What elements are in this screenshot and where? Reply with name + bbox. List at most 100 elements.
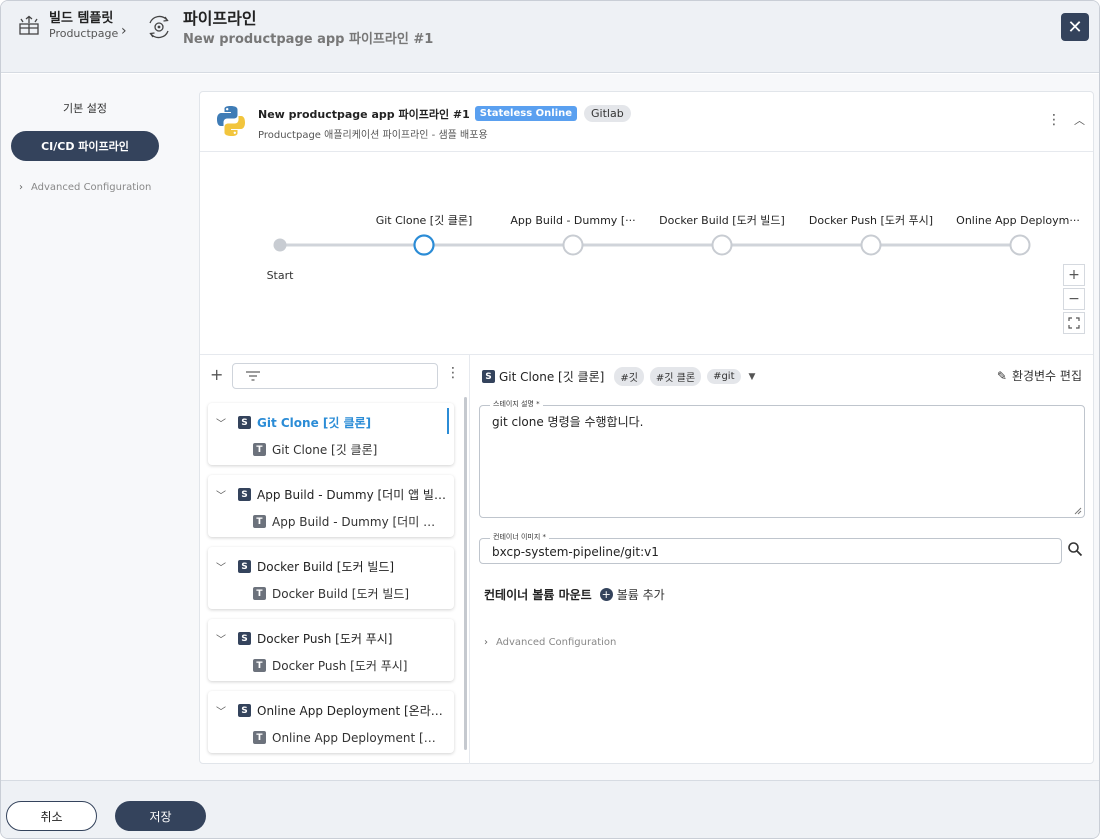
volume-mount-row: 컨테이너 볼륨 마운트 + 볼륨 추가 bbox=[484, 586, 665, 603]
zoom-in-button[interactable]: + bbox=[1063, 264, 1085, 286]
python-logo-icon bbox=[217, 106, 245, 136]
pipeline-description: Productpage 애플리케이션 파이프라인 - 샘플 배포용 bbox=[258, 130, 488, 141]
node-label: Docker Build [도커 빌드] bbox=[659, 214, 785, 227]
node-label: Git Clone [깃 클론] bbox=[376, 214, 473, 227]
left-nav: 기본 설정 CI/CD 파이프라인 › Advanced Configurati… bbox=[1, 74, 181, 780]
search-icon[interactable] bbox=[1067, 541, 1083, 557]
chevron-down-icon[interactable]: ﹀ bbox=[216, 559, 226, 574]
add-volume-label: 볼륨 추가 bbox=[616, 588, 665, 602]
stage-advanced-label: Advanced Configuration bbox=[496, 637, 617, 648]
container-image-value: bxcp-system-pipeline/git:v1 bbox=[492, 545, 659, 559]
template-box-icon bbox=[19, 15, 39, 35]
pipeline-gear-icon bbox=[149, 15, 169, 39]
breadcrumb-pipeline: 파이프라인 New productpage app 파이프라인 #1 bbox=[145, 9, 433, 49]
chevron-down-icon[interactable]: ﹀ bbox=[216, 487, 226, 502]
more-vertical-icon[interactable]: ⋮ bbox=[1047, 112, 1061, 128]
add-stage-button[interactable]: + bbox=[210, 365, 223, 384]
filter-icon bbox=[246, 371, 260, 381]
chevron-down-icon[interactable]: ﹀ bbox=[216, 631, 226, 646]
stage-s-icon: S bbox=[238, 488, 251, 501]
close-button[interactable]: ✕ bbox=[1061, 13, 1089, 41]
task-name[interactable]: Docker Push [도커 푸시] bbox=[272, 657, 446, 674]
nav-basic-settings[interactable]: 기본 설정 bbox=[1, 100, 169, 116]
stage-detail-header: S Git Clone [깃 클론] #깃 #깃 클론 #git ▼ bbox=[482, 367, 755, 386]
pencil-icon: ✎ bbox=[996, 368, 1007, 383]
stage-advanced-configuration[interactable]: › Advanced Configuration bbox=[484, 637, 616, 648]
page-title: 파이프라인 bbox=[183, 9, 257, 28]
fit-screen-button[interactable] bbox=[1063, 312, 1085, 334]
cancel-button[interactable]: 취소 bbox=[6, 801, 97, 831]
more-vertical-icon[interactable]: ⋮ bbox=[446, 365, 460, 381]
node-label: App Build - Dummy [··· bbox=[510, 214, 635, 227]
volume-mount-label: 컨테이너 볼륨 마운트 bbox=[484, 588, 592, 602]
container-image-label: 컨테이너 이미지 * bbox=[490, 532, 550, 542]
stage-item[interactable]: ﹀ S Docker Push [도커 푸시] T Docker Push [도… bbox=[208, 619, 454, 681]
node-docker-build[interactable] bbox=[711, 234, 733, 256]
stage-name: App Build - Dummy [더미 앱 빌드] bbox=[257, 488, 447, 502]
task-name[interactable]: Online App Deployment [온라인 앱 배포] bbox=[272, 729, 446, 746]
stage-name: Online App Deployment [온라인 앱 배포] bbox=[257, 704, 447, 718]
stage-list-scrollbar[interactable] bbox=[464, 397, 467, 750]
stage-name: Docker Build [도커 빌드] bbox=[257, 560, 395, 574]
nav-cicd-pipeline[interactable]: CI/CD 파이프라인 bbox=[11, 131, 159, 161]
stage-tag: #깃 bbox=[614, 367, 644, 386]
selected-indicator bbox=[447, 408, 449, 434]
stage-item[interactable]: ﹀ S Docker Build [도커 빌드] T Docker Build … bbox=[208, 547, 454, 609]
edit-env-vars-button[interactable]: ✎ 환경변수 편집 bbox=[997, 367, 1082, 384]
chevron-up-icon[interactable]: ︿ bbox=[1074, 112, 1085, 128]
nav-advanced-label: Advanced Configuration bbox=[31, 182, 152, 193]
stage-name: Docker Push [도커 푸시] bbox=[257, 632, 393, 646]
gitlab-badge: Gitlab bbox=[584, 105, 631, 122]
nav-advanced-configuration[interactable]: › Advanced Configuration bbox=[19, 182, 151, 193]
task-t-icon: T bbox=[253, 515, 266, 528]
chevron-down-icon[interactable]: ﹀ bbox=[216, 703, 226, 718]
task-t-icon: T bbox=[253, 443, 266, 456]
stage-s-icon: S bbox=[238, 560, 251, 573]
task-t-icon: T bbox=[253, 587, 266, 600]
fullscreen-icon bbox=[1068, 317, 1080, 329]
save-button[interactable]: 저장 bbox=[115, 801, 206, 831]
plus-circle-icon: + bbox=[599, 588, 613, 601]
stage-s-icon: S bbox=[482, 370, 495, 383]
add-volume-button[interactable]: + 볼륨 추가 bbox=[599, 586, 665, 603]
container-image-field[interactable]: 컨테이너 이미지 * bxcp-system-pipeline/git:v1 bbox=[479, 532, 1062, 564]
stage-s-icon: S bbox=[238, 416, 251, 429]
stage-description-field[interactable]: 스테이지 설명 * git clone 명령을 수행합니다. bbox=[479, 399, 1085, 518]
breadcrumb-build-template[interactable]: 빌드 템플릿 Productpage bbox=[17, 11, 118, 41]
task-name[interactable]: App Build - Dummy [더미 앱 빌드] bbox=[272, 513, 446, 530]
stage-item[interactable]: ﹀ S Git Clone [깃 클론] T Git Clone [깃 클론] bbox=[208, 403, 454, 465]
page-subtitle: New productpage app 파이프라인 #1 bbox=[183, 32, 434, 47]
pipeline-editor-window: 빌드 템플릿 Productpage › 파이프라인 New productpa… bbox=[0, 0, 1100, 839]
footer: 취소 저장 bbox=[1, 780, 1099, 838]
zoom-out-button[interactable]: − bbox=[1063, 288, 1085, 310]
pipeline-card-header: New productpage app 파이프라인 #1 Stateless O… bbox=[200, 92, 1093, 152]
task-name[interactable]: Git Clone [깃 클론] bbox=[272, 441, 446, 458]
stage-editor: + ⋮ ﹀ S Git Clone [깃 클론] T Git Clone [깃 … bbox=[200, 355, 1093, 764]
chevron-right-icon: › bbox=[484, 637, 488, 648]
pipeline-card: New productpage app 파이프라인 #1 Stateless O… bbox=[199, 91, 1094, 764]
node-online-deploy[interactable] bbox=[1009, 234, 1031, 256]
breadcrumb-subtitle: Productpage bbox=[49, 27, 119, 40]
stage-item[interactable]: ﹀ S App Build - Dummy [더미 앱 빌드] T App Bu… bbox=[208, 475, 454, 537]
stage-list-pane: + ⋮ ﹀ S Git Clone [깃 클론] T Git Clone [깃 … bbox=[200, 355, 470, 764]
start-node bbox=[273, 238, 287, 252]
chevron-right-icon: › bbox=[121, 23, 127, 39]
node-git-clone[interactable] bbox=[413, 234, 435, 256]
resize-handle-icon[interactable] bbox=[1074, 507, 1082, 515]
stage-tag: #git bbox=[707, 369, 741, 384]
pipeline-graph-canvas: Start Git Clone [깃 클론] App Build - Dummy… bbox=[267, 214, 1080, 282]
stage-filter-input[interactable] bbox=[232, 363, 438, 389]
node-label: Docker Push [도커 푸시] bbox=[809, 214, 933, 227]
node-docker-push[interactable] bbox=[860, 234, 882, 256]
stateless-online-badge: Stateless Online bbox=[474, 106, 578, 121]
stage-s-icon: S bbox=[238, 704, 251, 717]
pipeline-name: New productpage app 파이프라인 #1 bbox=[258, 107, 470, 121]
task-name[interactable]: Docker Build [도커 빌드] bbox=[272, 585, 446, 602]
stage-description-label: 스테이지 설명 * bbox=[490, 399, 543, 409]
caret-down-icon[interactable]: ▼ bbox=[749, 372, 756, 382]
task-t-icon: T bbox=[253, 659, 266, 672]
stage-tag: #깃 클론 bbox=[649, 367, 702, 386]
stage-item[interactable]: ﹀ S Online App Deployment [온라인 앱 배포] T O… bbox=[208, 691, 454, 753]
chevron-down-icon[interactable]: ﹀ bbox=[216, 415, 226, 430]
node-app-build[interactable] bbox=[562, 234, 584, 256]
